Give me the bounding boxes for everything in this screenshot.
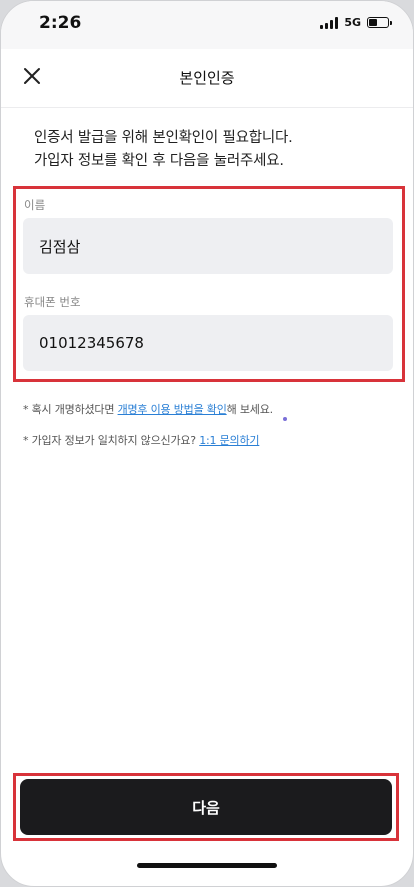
next-button-highlight: 다음 [13,773,399,841]
identity-form: 이름 김점삼 휴대폰 번호 01012345678 [13,186,405,382]
name-field[interactable]: 김점삼 [23,218,393,274]
intro-text: 인증서 발급을 위해 본인확인이 필요합니다. 가입자 정보를 확인 후 다음을… [34,127,394,173]
rename-note-prefix: * 혹시 개명하셨다면 [23,403,118,416]
rename-note-suffix: 해 보세요. [226,403,273,416]
battery-icon [367,17,392,28]
status-time: 2:26 [39,13,82,33]
home-indicator [137,863,277,868]
next-button[interactable]: 다음 [20,779,392,835]
intro-line-1: 인증서 발급을 위해 본인확인이 필요합니다. [34,130,293,146]
name-label: 이름 [24,198,46,212]
page-title: 본인인증 [179,69,235,87]
rename-note: * 혹시 개명하셨다면 개명후 이용 방법을 확인해 보세요. [23,401,273,417]
status-indicators: 5G [320,16,392,29]
signal-icon [320,16,339,29]
status-bar: 2:26 5G [1,1,413,49]
mismatch-note-prefix: * 가입자 정보가 일치하지 않으신가요? [23,434,200,447]
mismatch-note: * 가입자 정보가 일치하지 않으신가요? 1:1 문의하기 [23,432,260,448]
phone-label: 휴대폰 번호 [24,295,81,309]
inquiry-link[interactable]: 1:1 문의하기 [199,434,259,447]
phone-field[interactable]: 01012345678 [23,315,393,371]
rename-guide-link[interactable]: 개명후 이용 방법을 확인 [118,403,227,416]
header: 본인인증 [1,49,413,108]
dot-marker [283,417,287,421]
network-label: 5G [344,16,361,29]
phone-screen: 2:26 5G 본인인증 인증서 발급을 위해 본인확인이 필요합니다. 가입자… [0,0,414,887]
intro-line-2: 가입자 정보를 확인 후 다음을 눌러주세요. [34,153,284,169]
